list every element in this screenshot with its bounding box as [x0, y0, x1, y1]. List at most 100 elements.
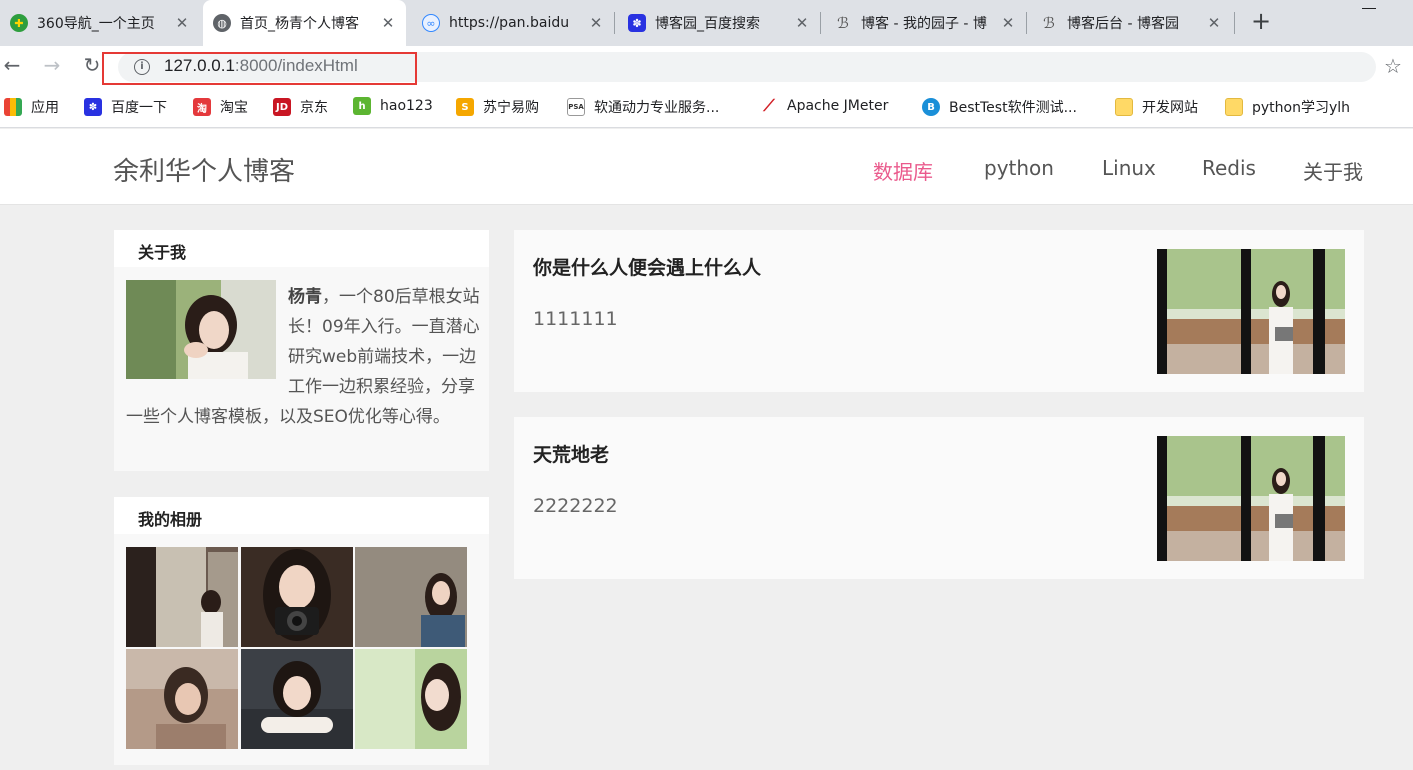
post-thumbnail[interactable] [1157, 436, 1345, 561]
bookmark-folder-python[interactable]: python学习ylh [1225, 97, 1350, 117]
about-name: 杨青 [288, 287, 322, 307]
browser-tabstrip: ✚ 360导航_一个主页 ✕ ◍ 首页_杨青个人博客 ✕ ∞ https://p… [0, 0, 1413, 46]
bookmark-label: python学习ylh [1252, 100, 1351, 116]
post-excerpt: 1111111 [533, 308, 618, 330]
psa-icon: PSA [567, 98, 585, 116]
tab-separator [820, 12, 821, 34]
close-icon[interactable]: ✕ [794, 14, 810, 32]
tab-blog-home[interactable]: ◍ 首页_杨青个人博客 ✕ [203, 0, 406, 46]
post-excerpt: 2222222 [533, 495, 618, 517]
bookmark-label: 百度一下 [111, 100, 167, 116]
about-title: 关于我 [138, 243, 187, 262]
album-photo[interactable] [126, 649, 238, 749]
jd-icon: JD [273, 98, 291, 116]
globe-icon: ◍ [213, 14, 231, 32]
album-photo[interactable] [241, 649, 353, 749]
besttest-icon: B [922, 98, 940, 116]
close-icon[interactable]: ✕ [1206, 14, 1222, 32]
tab-cnblogs-garden[interactable]: ℬ 博客 - 我的园子 - 博 ✕ [824, 0, 1026, 46]
nav-redis[interactable]: Redis [1202, 156, 1256, 180]
url-highlight-box [102, 52, 417, 85]
post-title[interactable]: 天荒地老 [533, 440, 609, 467]
tab-title: 博客 - 我的园子 - 博 [861, 16, 987, 32]
album-photo[interactable] [241, 547, 353, 647]
apps-grid-icon [4, 98, 22, 116]
bookmark-jd[interactable]: JD 京东 [273, 97, 328, 117]
nav-about[interactable]: 关于我 [1303, 156, 1363, 185]
baidu-paw-icon: ✽ [84, 98, 102, 116]
nav-database[interactable]: 数据库 [873, 156, 933, 185]
bookmark-apps[interactable]: 应用 [4, 97, 59, 117]
tab-cnblogs-admin[interactable]: ℬ 博客后台 - 博客园 ✕ [1030, 0, 1232, 46]
bookmark-label: BestTest软件测试... [949, 100, 1077, 116]
post-title[interactable]: 你是什么人便会遇上什么人 [533, 253, 761, 280]
suning-icon: S [456, 98, 474, 116]
bookmark-folder-dev[interactable]: 开发网站 [1115, 97, 1198, 117]
tab-title: 博客园_百度搜索 [655, 16, 760, 32]
about-description: 杨青，一个80后草根女站长！09年入行。一直潜心研究web前端技术，一边工作一边… [126, 282, 480, 432]
album-card-header: 我的相册 [114, 497, 489, 534]
about-card: 关于我 杨青，一个80后草根女站长！09年入行。一直潜心研究web前端技术，一边… [114, 230, 489, 471]
bookmark-taobao[interactable]: 淘 淘宝 [193, 97, 248, 117]
album-card: 我的相册 [114, 497, 489, 765]
page-viewport: 余利华个人博客 数据库 python Linux Redis 关于我 关于我 杨… [0, 129, 1413, 770]
cnblogs-icon: ℬ [837, 14, 849, 32]
bookmark-label: 苏宁易购 [483, 100, 539, 116]
bookmark-label: 开发网站 [1142, 100, 1198, 116]
site-header: 余利华个人博客 数据库 python Linux Redis 关于我 [0, 129, 1413, 205]
tab-separator [1234, 12, 1235, 34]
close-icon[interactable]: ✕ [380, 14, 396, 32]
site-logo[interactable]: 余利华个人博客 [113, 151, 295, 188]
bookmark-label: Apache JMeter [787, 98, 889, 114]
about-card-header: 关于我 [114, 230, 489, 267]
tab-title: https://pan.baidu [449, 15, 570, 31]
album-photo[interactable] [126, 547, 238, 647]
hao123-icon: h [353, 97, 371, 115]
close-icon[interactable]: ✕ [174, 14, 190, 32]
back-arrow-icon[interactable]: ← [0, 54, 24, 78]
tab-baidu-search[interactable]: ✽ 博客园_百度搜索 ✕ [618, 0, 820, 46]
bookmark-baidu[interactable]: ✽ 百度一下 [84, 97, 167, 117]
tab-title: 首页_杨青个人博客 [240, 16, 359, 32]
bookmark-isoftstone[interactable]: PSA 软通动力专业服务... [567, 97, 719, 117]
tab-title: 博客后台 - 博客园 [1067, 16, 1179, 32]
close-icon[interactable]: ✕ [1000, 14, 1016, 32]
tab-baidu-pan[interactable]: ∞ https://pan.baidu ✕ [412, 0, 614, 46]
tab-360-navigation[interactable]: ✚ 360导航_一个主页 ✕ [0, 0, 200, 46]
360-navigation-icon: ✚ [10, 14, 28, 32]
nav-linux[interactable]: Linux [1102, 156, 1156, 180]
baidu-pan-icon: ∞ [422, 14, 440, 32]
folder-icon [1225, 98, 1243, 116]
nav-python[interactable]: python [984, 156, 1054, 180]
bookmark-hao123[interactable]: h hao123 [353, 97, 433, 115]
bookmark-star-icon[interactable]: ☆ [1384, 54, 1402, 78]
post-card[interactable]: 天荒地老 2222222 [514, 417, 1364, 579]
forward-arrow-icon[interactable]: → [40, 54, 64, 78]
bookmarks-bar: 应用 ✽ 百度一下 淘 淘宝 JD 京东 h hao123 S 苏宁易购 PSA… [0, 86, 1413, 128]
bookmark-label: 京东 [300, 100, 328, 116]
close-icon[interactable]: ✕ [588, 14, 604, 32]
bookmark-label: 淘宝 [220, 100, 248, 116]
bookmark-label: 应用 [31, 100, 59, 116]
album-photo[interactable] [355, 547, 467, 647]
bookmark-label: hao123 [380, 98, 433, 114]
album-photo[interactable] [355, 649, 467, 749]
post-thumbnail[interactable] [1157, 249, 1345, 374]
new-tab-icon[interactable]: + [1249, 9, 1273, 34]
bookmark-besttest[interactable]: B BestTest软件测试... [922, 97, 1077, 117]
tab-separator [1026, 12, 1027, 34]
baidu-paw-icon: ✽ [628, 14, 646, 32]
tab-title: 360导航_一个主页 [37, 16, 155, 32]
jmeter-feather-icon: ⟋ [763, 96, 775, 115]
folder-icon [1115, 98, 1133, 116]
taobao-icon: 淘 [193, 98, 211, 116]
cnblogs-icon: ℬ [1043, 14, 1055, 32]
bookmark-suning[interactable]: S 苏宁易购 [456, 97, 539, 117]
album-title: 我的相册 [138, 510, 203, 529]
post-card[interactable]: 你是什么人便会遇上什么人 1111111 [514, 230, 1364, 392]
reload-icon[interactable]: ↻ [80, 54, 104, 78]
tab-separator [614, 12, 615, 34]
bookmark-jmeter[interactable]: ⟋ Apache JMeter [760, 96, 889, 115]
bookmark-label: 软通动力专业服务... [594, 100, 720, 116]
minimize-icon[interactable] [1362, 8, 1376, 9]
